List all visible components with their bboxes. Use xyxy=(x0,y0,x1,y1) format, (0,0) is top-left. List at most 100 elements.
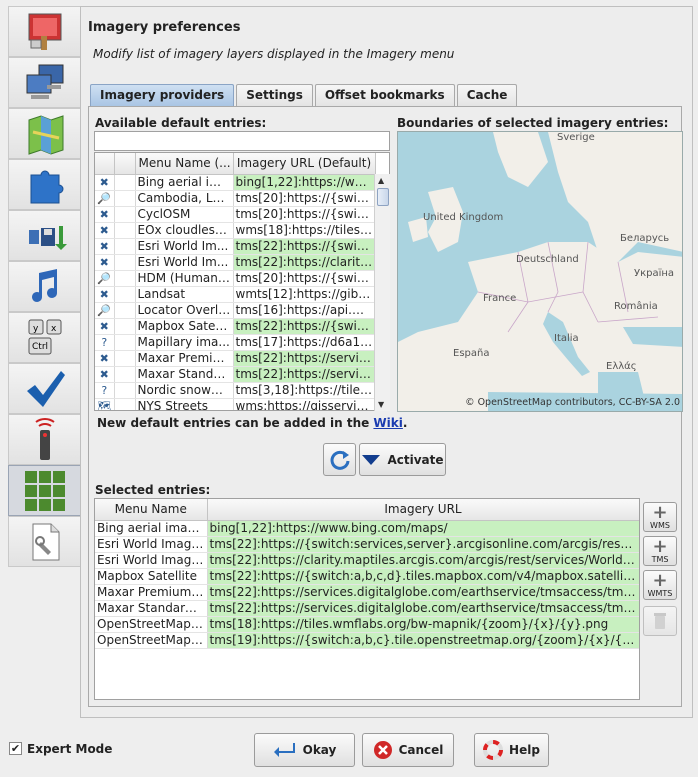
refresh-button[interactable] xyxy=(323,443,356,476)
table-row[interactable]: ✖ Mapbox Satell... tms[22]:https://{switch… xyxy=(95,318,376,335)
cell-menu-name[interactable]: Esri World Im... xyxy=(135,238,234,255)
wiki-link[interactable]: Wiki xyxy=(373,416,402,430)
cell-menu-name[interactable]: Mapillary ima... xyxy=(135,334,234,351)
cell-menu-name[interactable]: Cambodia, La... xyxy=(135,190,234,207)
cell-imagery-url[interactable]: tms[22]:https://services.digitalglobe.co… xyxy=(207,584,639,601)
cell-menu-name[interactable]: CyclOSM xyxy=(135,206,234,223)
cell-menu-name[interactable]: Locator Overlay xyxy=(135,302,234,319)
map-attribution[interactable]: © OpenStreetMap contributors, CC-BY-SA 2… xyxy=(465,397,680,408)
cell-menu-name[interactable]: NYS Streets xyxy=(135,398,234,410)
imagery-icon[interactable] xyxy=(8,465,81,516)
table-row[interactable]: Esri World Imagery tms[22]:https://{switc… xyxy=(95,536,639,553)
cell-imagery-url[interactable]: tms[22]:https://{switch:... xyxy=(233,318,376,335)
cell-menu-name[interactable]: Nordic snowm... xyxy=(135,382,234,399)
cell-imagery-url[interactable]: tms[19]:https://{switch:a,b,c}.tile.open… xyxy=(207,632,639,649)
cell-menu-name[interactable]: Maxar Premium I... xyxy=(95,584,208,601)
cell-menu-name[interactable]: Maxar Standa... xyxy=(135,366,234,383)
cell-imagery-url[interactable]: bing[1,22]:https://www.bing.com/maps/ xyxy=(207,520,639,537)
table-row[interactable]: Maxar Standard I... tms[22]:https://servi… xyxy=(95,600,639,617)
cell-menu-name[interactable]: Esri World Imagery xyxy=(95,536,208,553)
cell-imagery-url[interactable]: tms[22]:https://{switch:a,b,c,d}.tiles.m… xyxy=(207,568,639,585)
cell-imagery-url[interactable]: tms[22]:https://services.digitalglobe.co… xyxy=(207,600,639,617)
tab-settings[interactable]: Settings xyxy=(236,84,313,106)
cell-imagery-url[interactable]: tms[22]:https://clarity.maptiles.arcgis.… xyxy=(207,552,639,569)
plugins-icon[interactable] xyxy=(8,159,81,210)
cell-menu-name[interactable]: Maxar Standard I... xyxy=(95,600,208,617)
cancel-button[interactable]: Cancel xyxy=(362,733,454,767)
cell-imagery-url[interactable]: wms[18]:https://tiles.m... xyxy=(233,222,376,239)
cell-imagery-url[interactable]: tms[20]:https://{switch:... xyxy=(233,206,376,223)
cell-imagery-url[interactable]: tms[22]:https://clarity.... xyxy=(233,254,376,271)
cell-imagery-url[interactable]: tms[18]:https://tiles.wmflabs.org/bw-map… xyxy=(207,616,639,633)
header-menu-name[interactable]: Menu Name (... xyxy=(135,153,234,175)
cell-menu-name[interactable]: Mapbox Satell... xyxy=(135,318,234,335)
map-layers-icon[interactable] xyxy=(8,108,81,159)
delete-entry-button[interactable] xyxy=(643,606,677,636)
help-button[interactable]: Help xyxy=(474,733,549,767)
table-row[interactable]: ✖ Maxar Premiu... tms[22]:https://service.… xyxy=(95,350,376,367)
scroll-down-icon[interactable]: ▼ xyxy=(378,400,384,409)
cell-imagery-url[interactable]: wmts[12]:https://gibs.e... xyxy=(233,286,376,303)
table-row[interactable]: ✖ Esri World Im... tms[22]:https://{switch… xyxy=(95,238,376,255)
table-row[interactable]: Mapbox Satellite tms[22]:https://{switch:… xyxy=(95,568,639,585)
available-scrollbar[interactable]: ▲ ▼ xyxy=(374,174,390,411)
scroll-up-icon[interactable]: ▲ xyxy=(378,176,384,185)
table-row[interactable]: ✖ Landsat wmts[12]:https://gibs.e... xyxy=(95,286,376,303)
cell-imagery-url[interactable]: tms[20]:https://{switch:... xyxy=(233,270,376,287)
filter-input[interactable] xyxy=(94,131,390,151)
validator-icon[interactable] xyxy=(8,363,81,414)
cell-menu-name[interactable]: OpenStreetMap C... xyxy=(95,632,208,649)
cell-menu-name[interactable]: Bing aerial imagery xyxy=(95,520,208,537)
cell-imagery-url[interactable]: wms:https://gisservice... xyxy=(233,398,376,410)
activate-button[interactable]: Activate xyxy=(359,443,446,476)
table-row[interactable]: OpenStreetMap (... tms[18]:https://tiles.… xyxy=(95,616,639,633)
cell-menu-name[interactable]: Esri World Imager... xyxy=(95,552,208,569)
add-wmts-button[interactable]: + WMTS xyxy=(643,570,677,600)
table-row[interactable]: ✖ Maxar Standa... tms[22]:https://service.… xyxy=(95,366,376,383)
table-row[interactable]: ✖ EOx cloudless ... wms[18]:https://tiles.… xyxy=(95,222,376,239)
cell-menu-name[interactable]: EOx cloudless ... xyxy=(135,222,234,239)
okay-button[interactable]: Okay xyxy=(254,733,355,767)
tab-offset-bookmarks[interactable]: Offset bookmarks xyxy=(314,84,455,106)
cell-imagery-url[interactable]: tms[3,18]:https://tiles.k... xyxy=(233,382,376,399)
scroll-thumb[interactable] xyxy=(377,188,389,206)
cell-imagery-url[interactable]: tms[17]:https://d6a1v2... xyxy=(233,334,376,351)
table-row[interactable]: 🔎 Cambodia, La...tms[20]:https://{switch:… xyxy=(95,190,376,207)
header-menu-name[interactable]: Menu Name xyxy=(95,499,208,521)
cell-imagery-url[interactable]: tms[22]:https://service... xyxy=(233,350,376,367)
cell-menu-name[interactable]: Maxar Premiu... xyxy=(135,350,234,367)
cell-imagery-url[interactable]: tms[22]:https://{switch:... xyxy=(233,238,376,255)
boundaries-map[interactable]: Sverige United Kingdom Беларусь Deutschl… xyxy=(397,131,683,412)
table-row[interactable]: OpenStreetMap C... tms[19]:https://{switc… xyxy=(95,632,639,649)
cell-menu-name[interactable]: Esri World Im... xyxy=(135,254,234,271)
table-row[interactable]: ✖ Bing aerial im... bing[1,22]:https://www… xyxy=(95,174,376,191)
cell-imagery-url[interactable]: tms[22]:https://service... xyxy=(233,366,376,383)
cell-imagery-url[interactable]: tms[22]:https://{switch:services,server}… xyxy=(207,536,639,553)
expert-mode-checkbox[interactable]: ✔ xyxy=(9,742,22,755)
shortcuts-icon[interactable]: y x Ctrl xyxy=(8,312,81,363)
table-row[interactable]: 🔎 HDM (Humani...tms[20]:https://{switch:.… xyxy=(95,270,376,287)
audio-icon[interactable] xyxy=(8,261,81,312)
advanced-preferences-icon[interactable] xyxy=(8,516,81,567)
cell-menu-name[interactable]: Mapbox Satellite xyxy=(95,568,208,585)
table-row[interactable]: Esri World Imager... tms[22]:https://clar… xyxy=(95,552,639,569)
table-row[interactable]: ✖ Esri World Im... tms[22]:https://clarity… xyxy=(95,254,376,271)
table-row[interactable]: ✖ CyclOSMtms[20]:https://{switch:... xyxy=(95,206,376,223)
cell-menu-name[interactable]: Bing aerial im... xyxy=(135,174,234,191)
connection-icon[interactable] xyxy=(8,57,81,108)
tab-cache[interactable]: Cache xyxy=(456,84,518,106)
cell-menu-name[interactable]: HDM (Humani... xyxy=(135,270,234,287)
add-tms-button[interactable]: + TMS xyxy=(643,536,677,566)
table-row[interactable]: ? Nordic snowm... tms[3,18]:https://tiles.… xyxy=(95,382,376,399)
cell-imagery-url[interactable]: bing[1,22]:https://www.... xyxy=(233,174,376,191)
table-row[interactable]: Bing aerial imagery bing[1,22]:https://ww… xyxy=(95,520,639,537)
data-sources-icon[interactable] xyxy=(8,210,81,261)
table-row[interactable]: ? Mapillary ima... tms[17]:https://d6a1v2.… xyxy=(95,334,376,351)
remote-control-icon[interactable] xyxy=(8,414,81,465)
tab-imagery-providers[interactable]: Imagery providers xyxy=(90,84,235,106)
table-row[interactable]: 🗺 NYS Streets wms:https://gisservice... xyxy=(95,398,376,410)
header-imagery-url[interactable]: Imagery URL (Default) xyxy=(233,153,376,175)
cell-menu-name[interactable]: OpenStreetMap (... xyxy=(95,616,208,633)
table-row[interactable]: 🔎 Locator Overlay tms[16]:https://api.ma..… xyxy=(95,302,376,319)
add-wms-button[interactable]: + WMS xyxy=(643,502,677,532)
